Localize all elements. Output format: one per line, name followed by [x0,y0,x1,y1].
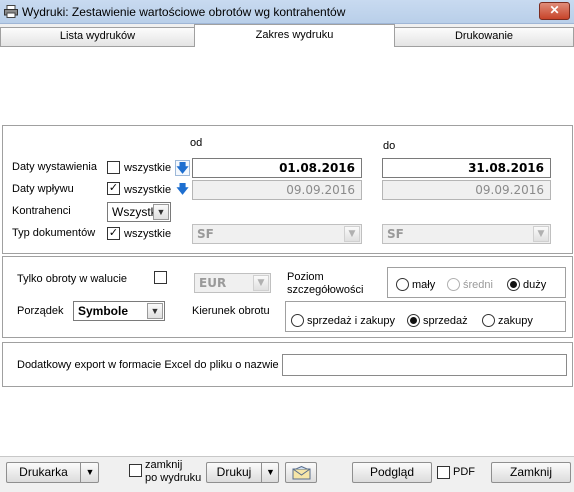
print-button[interactable]: Drukuj ▼ [206,462,279,483]
export-label: Dodatkowy export w formacie Excel do pli… [17,359,279,371]
receipt-dates-all-checkbox[interactable]: ✓ [107,182,120,195]
doc-types-all-label: wszystkie [124,228,172,240]
export-filename-input[interactable] [282,354,567,376]
direction-both-label: sprzedaż i zakupy [307,315,396,327]
printer-icon [4,5,18,18]
direction-sales-radio[interactable] [407,314,420,327]
receipt-date-from-field[interactable]: 09.09.2016 [192,180,362,200]
chevron-down-icon: ▼ [153,204,169,220]
detail-medium-radio[interactable] [447,278,460,291]
chevron-down-icon[interactable]: ▼ [261,463,279,482]
pdf-checkbox[interactable] [437,466,450,479]
chevron-down-icon: ▼ [533,226,549,242]
contractors-select[interactable]: Wszystk ▼ [107,202,171,222]
issue-dates-all-checkbox[interactable] [107,161,120,174]
doc-type-from-select[interactable]: SF ▼ [192,224,362,244]
to-column-header: do [383,140,396,152]
close-after-print-checkbox[interactable] [129,464,142,477]
close-after-print-label-line1: zamknij [145,459,183,471]
receipt-date-to-field[interactable]: 09.09.2016 [382,180,551,200]
issue-dates-all-label: wszystkie [124,162,172,174]
detail-level-label-line2: szczegółowości [287,284,364,296]
chevron-down-icon: ▼ [344,226,360,242]
currency-select[interactable]: EUR ▼ [194,273,271,293]
doc-types-all-checkbox[interactable]: ✓ [107,227,120,240]
contractors-select-value: Wszystk [112,205,157,219]
detail-medium-label: średni [463,279,493,291]
detail-level-label-line1: Poziom [287,271,324,283]
direction-both-radio[interactable] [291,314,304,327]
down-arrow-icon: 🡇 [176,182,189,196]
order-select-value: Symbole [78,304,129,318]
preview-button[interactable]: Podgląd [352,462,432,483]
doc-type-to-value: SF [387,227,404,241]
printer-button[interactable]: Drukarka ▼ [6,462,99,483]
issue-date-to-field[interactable]: 31.08.2016 [382,158,551,178]
from-column-header: od [190,137,203,149]
down-arrow-icon[interactable]: 🡇 [175,160,190,176]
pdf-label: PDF [453,466,475,478]
receipt-dates-all-label: wszystkie [124,184,172,196]
doc-type-from-value: SF [197,227,214,241]
close-button[interactable]: Zamknij [491,462,571,483]
detail-small-label: mały [412,279,436,291]
issue-date-from-field[interactable]: 01.08.2016 [192,158,362,178]
close-window-button[interactable]: ✕ [539,2,570,20]
doc-types-label: Typ dokumentów [12,227,96,239]
order-label: Porządek [17,305,64,317]
window-title: Wydruki: Zestawienie wartościowe obrotów… [22,5,346,19]
printer-button-label: Drukarka [19,465,68,479]
direction-purchases-label: zakupy [498,315,533,327]
title-bar: Wydruki: Zestawienie wartościowe obrotów… [0,0,574,24]
direction-sales-label: sprzedaż [423,315,468,327]
chevron-down-icon: ▼ [147,303,163,319]
order-select[interactable]: Symbole ▼ [73,301,165,321]
tab-print-range[interactable]: Zakres wydruku [194,24,395,47]
print-button-label: Drukuj [216,465,252,479]
detail-small-radio[interactable] [396,278,409,291]
direction-label: Kierunek obrotu [192,305,270,317]
receipt-dates-label: Daty wpływu [12,183,74,195]
detail-large-radio[interactable] [507,278,520,291]
currency-select-value: EUR [199,276,227,290]
chevron-down-icon[interactable]: ▼ [80,463,99,482]
currency-only-label: Tylko obroty w walucie [17,273,128,285]
close-after-print-label-line2: po wydruku [145,472,202,484]
detail-large-label: duży [523,279,547,291]
currency-only-checkbox[interactable] [154,271,167,284]
doc-type-to-select[interactable]: SF ▼ [382,224,551,244]
chevron-down-icon: ▼ [253,275,269,291]
tab-printing[interactable]: Drukowanie [394,27,574,46]
email-button[interactable] [285,462,317,483]
contractors-label: Kontrahenci [12,205,71,217]
issue-dates-label: Daty wystawienia [12,161,97,173]
envelope-icon [292,466,311,480]
tab-print-list[interactable]: Lista wydruków [0,27,195,46]
direction-purchases-radio[interactable] [482,314,495,327]
